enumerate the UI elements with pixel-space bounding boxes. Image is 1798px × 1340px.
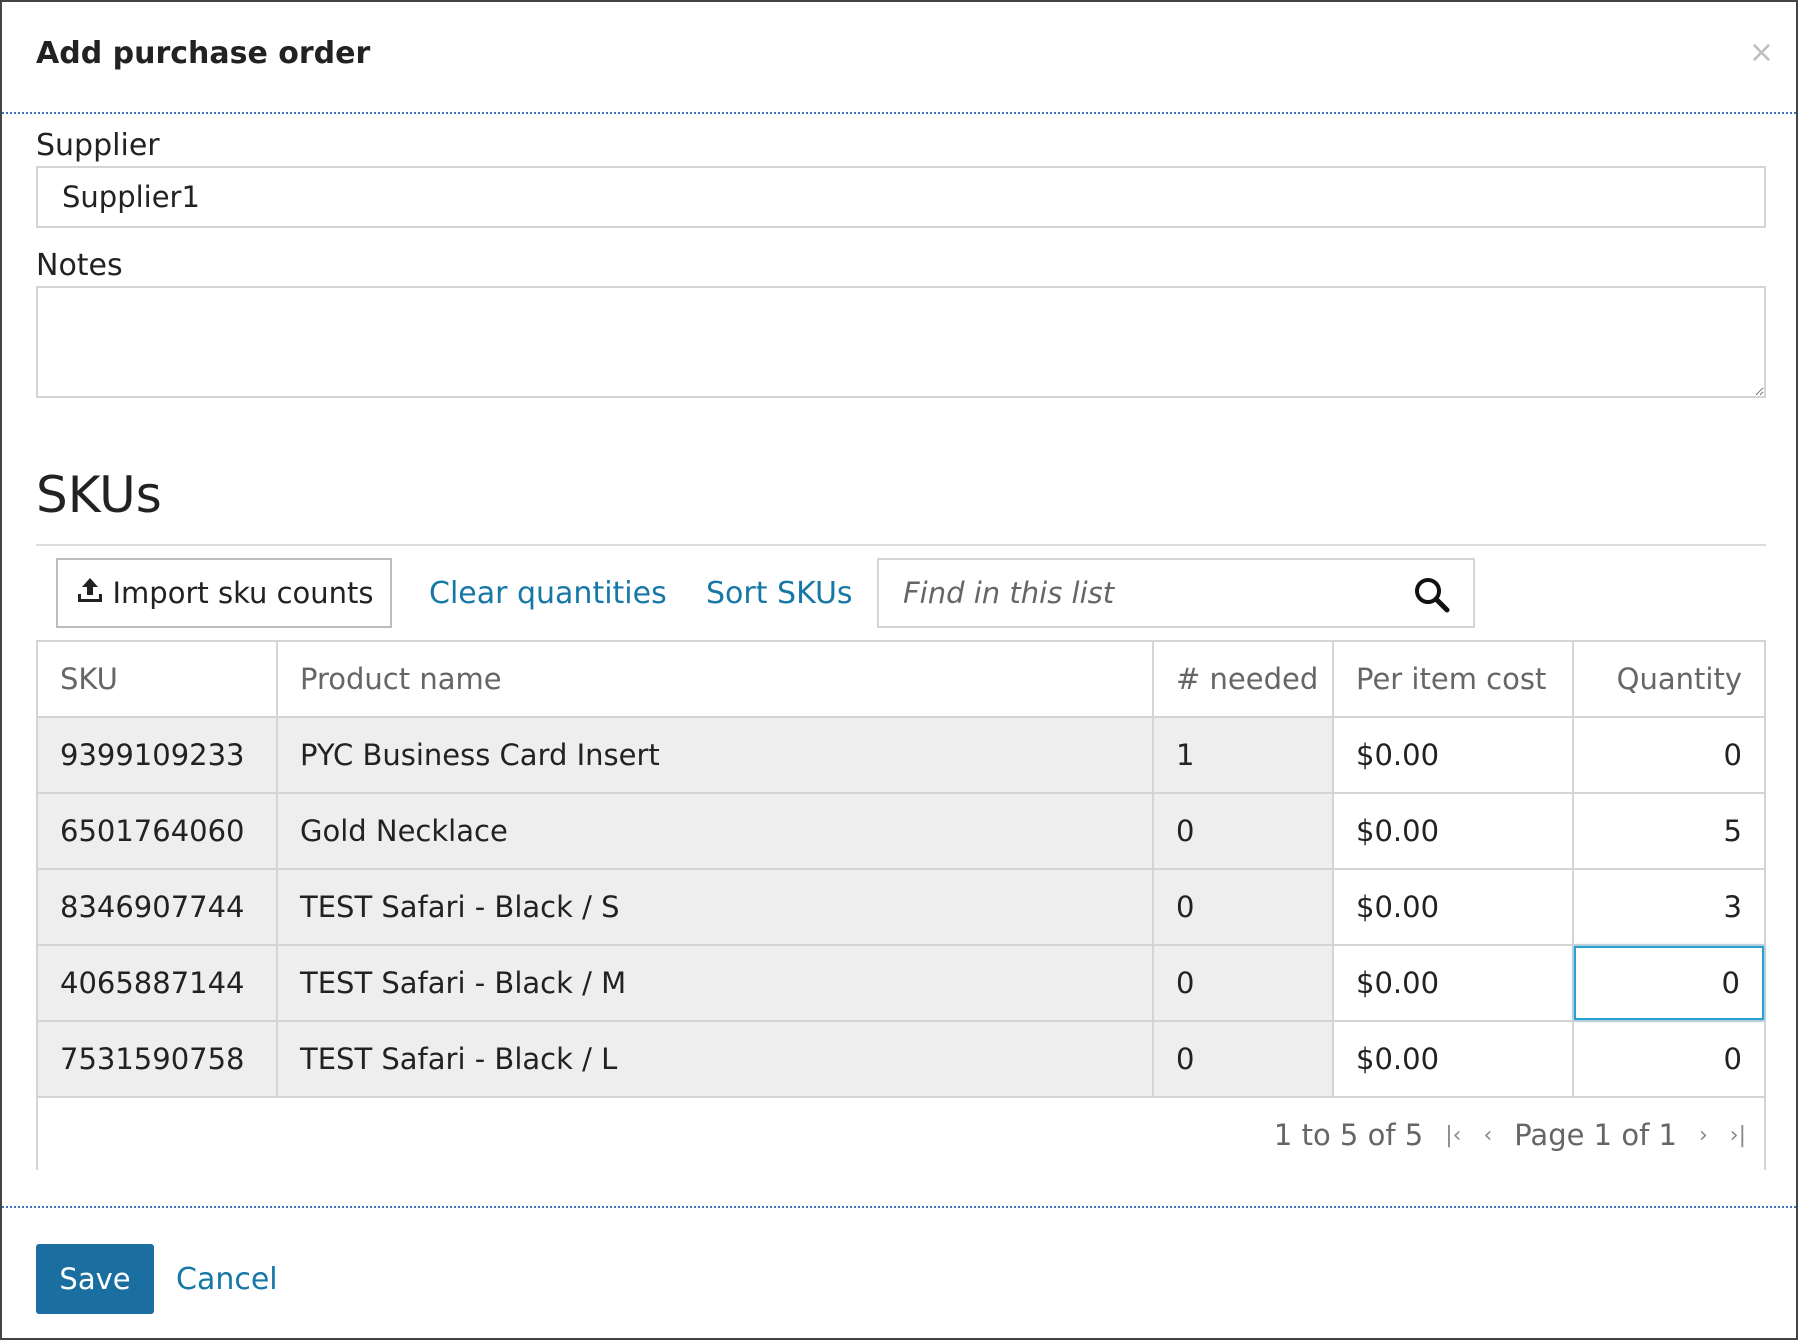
table-row: 4065887144 TEST Safari - Black / M 0 $0.… [38,946,1764,1022]
notes-textarea[interactable] [36,286,1766,398]
table-row: 6501764060 Gold Necklace 0 $0.00 5 [38,794,1764,870]
sku-cell: 7531590758 [38,1022,278,1096]
column-header-sku[interactable]: SKU [38,642,278,716]
needed-cell: 0 [1154,794,1334,868]
cancel-link[interactable]: Cancel [176,1262,278,1297]
needed-cell: 0 [1154,870,1334,944]
sort-skus-link[interactable]: Sort SKUs [706,576,853,611]
product-name-cell: TEST Safari - Black / L [278,1022,1154,1096]
quantity-cell[interactable]: 0 [1574,1022,1764,1096]
clear-quantities-link[interactable]: Clear quantities [429,576,667,611]
column-header-quantity[interactable]: Quantity [1574,642,1764,716]
quantity-cell-editing[interactable] [1574,946,1764,1020]
previous-page-icon[interactable]: ‹ [1483,1123,1492,1148]
sku-cell: 6501764060 [38,794,278,868]
column-header-per-item-cost[interactable]: Per item cost [1334,642,1574,716]
table-row: 9399109233 PYC Business Card Insert 1 $0… [38,718,1764,794]
skus-heading: SKUs [36,466,162,524]
product-name-cell: Gold Necklace [278,794,1154,868]
dialog-footer: Save Cancel [2,1206,1796,1338]
section-divider [36,544,1766,546]
product-name-cell: TEST Safari - Black / S [278,870,1154,944]
sku-cell: 8346907744 [38,870,278,944]
quantity-cell[interactable]: 0 [1574,718,1764,792]
table-row: 7531590758 TEST Safari - Black / L 0 $0.… [38,1022,1764,1098]
product-name-cell: PYC Business Card Insert [278,718,1154,792]
sku-cell: 9399109233 [38,718,278,792]
per-item-cost-cell[interactable]: $0.00 [1334,1022,1574,1096]
import-button-label: Import sku counts [112,576,374,610]
column-header-product-name[interactable]: Product name [278,642,1154,716]
first-page-icon[interactable]: |‹ [1445,1123,1461,1148]
search-icon[interactable] [1413,576,1451,618]
save-button[interactable]: Save [36,1244,154,1314]
dialog-title: Add purchase order [36,36,371,71]
close-icon[interactable]: × [1749,38,1774,68]
supplier-label: Supplier [36,128,160,163]
notes-label: Notes [36,248,123,283]
per-item-cost-cell[interactable]: $0.00 [1334,870,1574,944]
find-in-list-input[interactable] [879,560,1399,626]
needed-cell: 0 [1154,1022,1334,1096]
pagination-bar: 1 to 5 of 5 |‹ ‹ Page 1 of 1 › ›| [38,1100,1764,1170]
sku-table: SKU Product name # needed Per item cost … [36,640,1766,1170]
table-row: 8346907744 TEST Safari - Black / S 0 $0.… [38,870,1764,946]
needed-cell: 0 [1154,946,1334,1020]
per-item-cost-cell[interactable]: $0.00 [1334,718,1574,792]
dialog-header: Add purchase order × [2,2,1796,114]
quantity-cell[interactable]: 3 [1574,870,1764,944]
product-name-cell: TEST Safari - Black / M [278,946,1154,1020]
add-purchase-order-dialog: Add purchase order × Supplier Notes SKUs… [0,0,1798,1340]
last-page-icon[interactable]: ›| [1730,1123,1746,1148]
upload-icon [75,575,105,612]
quantity-input[interactable] [1598,948,1740,1018]
next-page-icon[interactable]: › [1699,1123,1708,1148]
needed-cell: 1 [1154,718,1334,792]
find-in-list-box [877,558,1475,628]
quantity-cell[interactable]: 5 [1574,794,1764,868]
row-count-summary: 1 to 5 of 5 [1273,1118,1424,1152]
per-item-cost-cell[interactable]: $0.00 [1334,794,1574,868]
import-sku-counts-button[interactable]: Import sku counts [56,558,392,628]
table-header-row: SKU Product name # needed Per item cost … [38,642,1764,718]
per-item-cost-cell[interactable]: $0.00 [1334,946,1574,1020]
sku-cell: 4065887144 [38,946,278,1020]
page-indicator: Page 1 of 1 [1514,1118,1677,1152]
supplier-input[interactable] [36,166,1766,228]
column-header-needed[interactable]: # needed [1154,642,1334,716]
dialog-body: Supplier Notes SKUs Import sku counts Cl… [2,114,1796,1204]
